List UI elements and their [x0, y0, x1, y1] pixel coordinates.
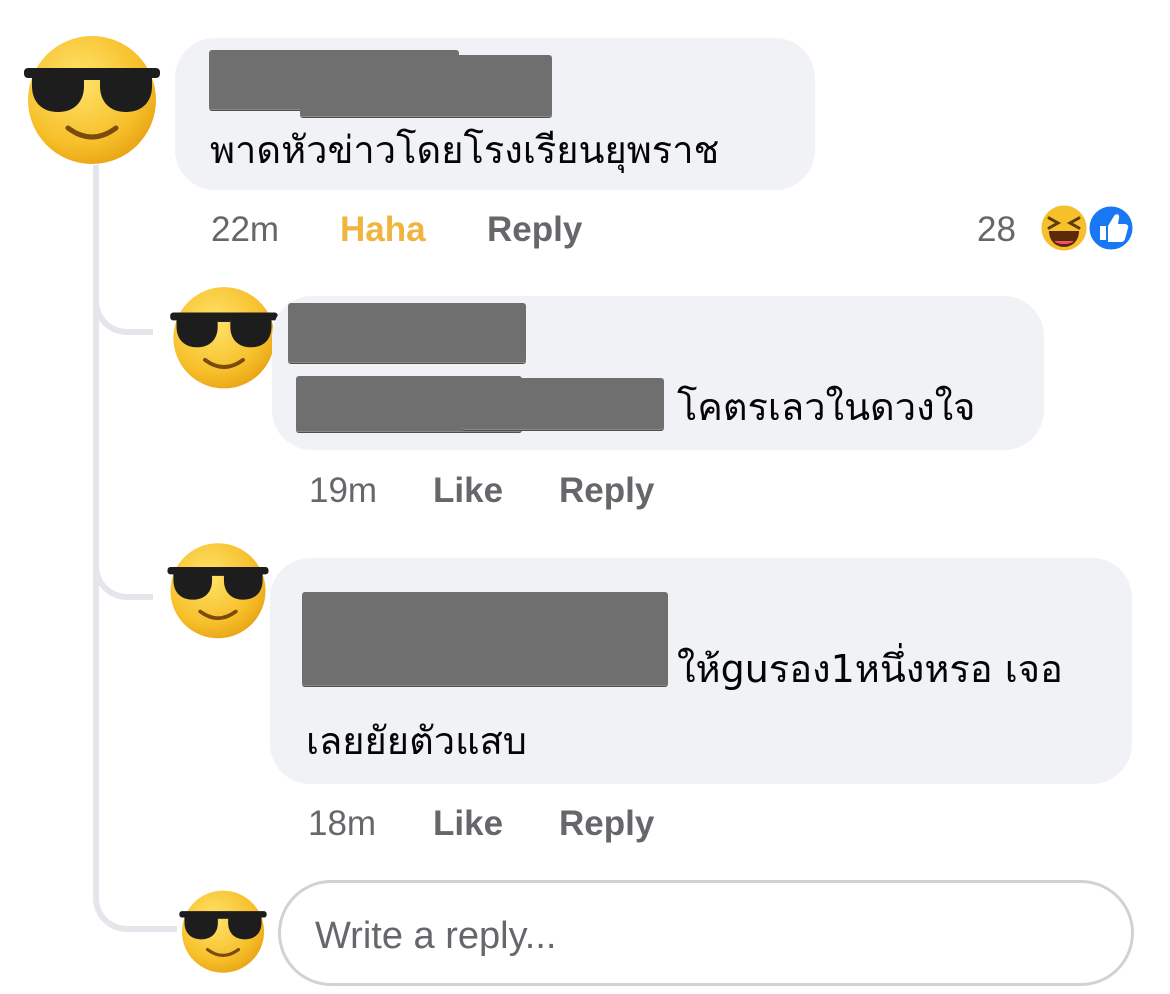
- haha-emoji-icon: [1038, 202, 1090, 254]
- reaction-count: 28: [977, 210, 1016, 249]
- avatar[interactable]: [168, 284, 280, 390]
- thread-elbow-1: [93, 165, 153, 335]
- like-thumb-icon: [1086, 203, 1136, 253]
- reply-input[interactable]: Write a reply...: [278, 880, 1134, 986]
- haha-reaction-button[interactable]: Haha: [340, 212, 426, 247]
- reply-text-line2: เลยยัยตัวแสบ: [306, 719, 527, 763]
- avatar[interactable]: [166, 540, 270, 640]
- like-button[interactable]: Like: [433, 473, 503, 508]
- reply-button[interactable]: Reply: [559, 473, 654, 508]
- like-button[interactable]: Like: [433, 806, 503, 841]
- comment-timestamp[interactable]: 22m: [211, 212, 279, 247]
- avatar: [179, 890, 267, 973]
- reply-timestamp[interactable]: 19m: [309, 473, 377, 508]
- reply-text: โคตรเลวในดวงใจ: [677, 385, 976, 429]
- reaction-summary[interactable]: 28: [975, 200, 1140, 256]
- reply-timestamp[interactable]: 18m: [308, 806, 376, 841]
- reply-button[interactable]: Reply: [559, 806, 654, 841]
- redacted-author-name: [302, 592, 668, 686]
- redacted-mention: [462, 378, 664, 430]
- redacted-author-name: [288, 303, 526, 363]
- comment-text: พาดหัวข่าวโดยโรงเรียนยุพราช: [210, 128, 720, 172]
- avatar[interactable]: [22, 32, 162, 166]
- reply-text-line1: ให้guรอง1หนึ่งหรอ เจอ: [677, 647, 1063, 691]
- redacted-author-name: [300, 55, 552, 117]
- thread-elbow-3: [93, 760, 177, 932]
- thread-elbow-2: [93, 400, 153, 600]
- reply-button[interactable]: Reply: [487, 212, 582, 247]
- reply-input-placeholder: Write a reply...: [315, 915, 557, 957]
